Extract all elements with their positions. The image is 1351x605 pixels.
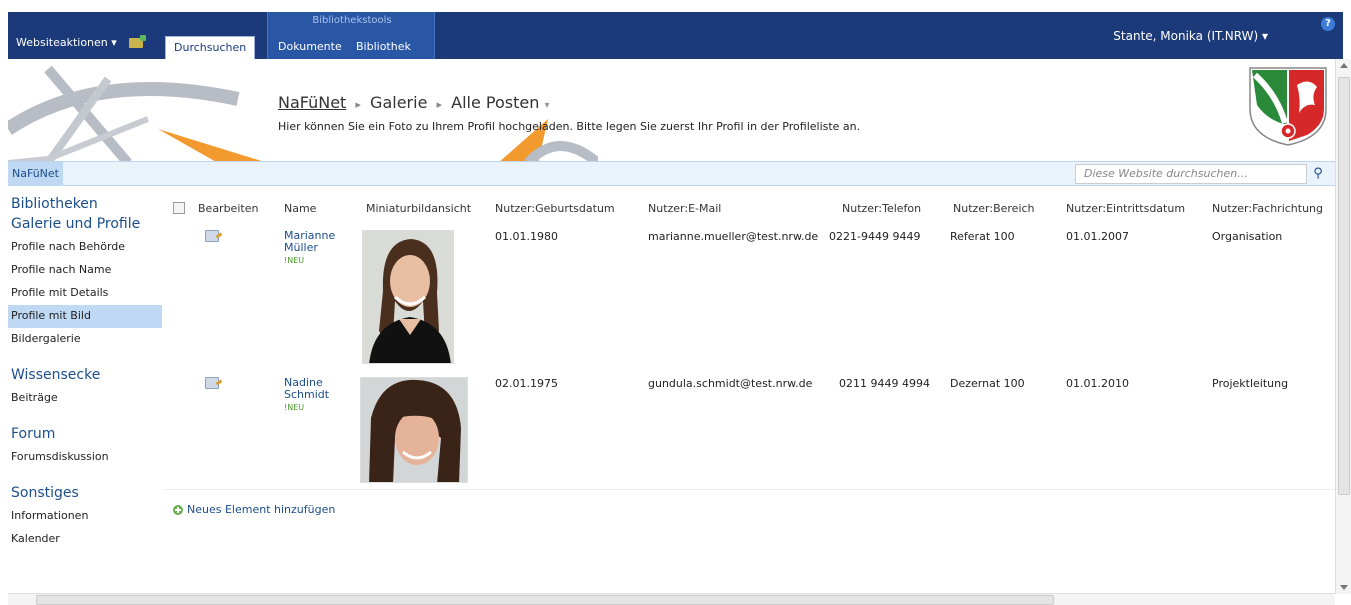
ql-item-calendar[interactable]: Kalender bbox=[8, 528, 162, 551]
horizontal-scroll-thumb[interactable] bbox=[36, 595, 1054, 605]
column-email[interactable]: Nutzer:E-Mail bbox=[648, 202, 721, 215]
view-dropdown-icon[interactable]: ▾ bbox=[544, 100, 549, 111]
profile-thumbnail[interactable] bbox=[362, 230, 454, 364]
breadcrumb-separator: ▸ bbox=[436, 98, 443, 111]
column-area[interactable]: Nutzer:Bereich bbox=[953, 202, 1035, 215]
ql-heading-gallery-profiles[interactable]: Galerie und Profile bbox=[8, 216, 162, 236]
item-phone: 0221-9449 9449 bbox=[829, 230, 921, 243]
tab-documents[interactable]: Dokumente bbox=[270, 36, 350, 59]
edit-item-icon[interactable] bbox=[205, 230, 219, 242]
ql-item-picture-gallery[interactable]: Bildergalerie bbox=[8, 328, 162, 351]
user-menu[interactable]: Stante, Monika (IT.NRW) ▾ bbox=[1113, 29, 1268, 43]
item-name[interactable]: Nadine Schmidt !NEU bbox=[284, 377, 329, 413]
item-area: Referat 100 bbox=[950, 230, 1015, 243]
item-email: gundula.schmidt@test.nrw.de bbox=[648, 377, 813, 390]
page-title: NaFüNet ▸ Galerie ▸ Alle Posten ▾ bbox=[278, 93, 549, 112]
column-thumbnail[interactable]: Miniaturbildansicht bbox=[366, 202, 471, 215]
quick-launch: Bibliotheken Galerie und Profile Profile… bbox=[8, 192, 162, 551]
list-header-row: Bearbeiten Name Miniaturbildansicht Nutz… bbox=[164, 192, 1336, 218]
new-badge-label: NEU bbox=[287, 403, 305, 412]
add-new-item-link[interactable]: Neues Element hinzufügen bbox=[173, 503, 335, 516]
scroll-up-icon[interactable] bbox=[1340, 63, 1348, 68]
item-area: Dezernat 100 bbox=[950, 377, 1025, 390]
item-name-last[interactable]: Schmidt bbox=[284, 389, 329, 401]
ql-item-information[interactable]: Informationen bbox=[8, 505, 162, 528]
ql-heading-miscellaneous[interactable]: Sonstiges bbox=[8, 481, 162, 505]
column-name[interactable]: Name bbox=[284, 202, 316, 215]
scroll-down-icon[interactable] bbox=[1340, 585, 1348, 590]
new-badge: !NEU bbox=[284, 256, 335, 265]
new-badge-label: NEU bbox=[287, 256, 305, 265]
item-field: Projektleitung bbox=[1212, 377, 1289, 390]
item-field: Organisation bbox=[1212, 230, 1283, 243]
item-phone: 0211 9449 4994 bbox=[839, 377, 930, 390]
list-divider bbox=[164, 489, 1336, 490]
column-edit[interactable]: Bearbeiten bbox=[198, 202, 258, 215]
ql-item-profiles-with-details[interactable]: Profile mit Details bbox=[8, 282, 162, 305]
table-row: Marianne Müller !NEU 01.01.1980 marianne… bbox=[164, 228, 1336, 366]
column-phone[interactable]: Nutzer:Telefon bbox=[842, 202, 921, 215]
ql-heading-forum[interactable]: Forum bbox=[8, 422, 162, 446]
column-birthdate[interactable]: Nutzer:Geburtsdatum bbox=[495, 202, 615, 215]
item-name[interactable]: Marianne Müller !NEU bbox=[284, 230, 335, 266]
add-new-item-label: Neues Element hinzufügen bbox=[187, 503, 336, 516]
breadcrumb-list[interactable]: Galerie bbox=[370, 93, 427, 112]
site-header: NaFüNet ▸ Galerie ▸ Alle Posten ▾ Hier k… bbox=[8, 59, 1335, 163]
select-all-checkbox[interactable] bbox=[173, 202, 185, 214]
navigate-up-icon[interactable] bbox=[128, 34, 146, 48]
library-tools-label: Bibliothekstools bbox=[312, 15, 392, 26]
ql-item-posts[interactable]: Beiträge bbox=[8, 387, 162, 410]
nav-home-tab[interactable]: NaFüNet bbox=[8, 162, 63, 186]
breadcrumb-view[interactable]: Alle Posten bbox=[451, 93, 539, 112]
ql-item-profiles-by-name[interactable]: Profile nach Name bbox=[8, 259, 162, 282]
item-email: marianne.mueller@test.nrw.de bbox=[648, 230, 819, 243]
site-search-input[interactable]: Diese Website durchsuchen... bbox=[1075, 164, 1307, 184]
edit-item-icon[interactable] bbox=[205, 377, 219, 389]
ql-item-profiles-by-authority[interactable]: Profile nach Behörde bbox=[8, 236, 162, 259]
add-icon bbox=[173, 504, 183, 515]
item-birthdate: 02.01.1975 bbox=[495, 377, 558, 390]
site-actions-menu[interactable]: Websiteaktionen ▾ bbox=[16, 34, 146, 49]
ql-heading-knowledge-corner[interactable]: Wissensecke bbox=[8, 363, 162, 387]
breadcrumb-separator: ▸ bbox=[355, 98, 361, 111]
item-entry-date: 01.01.2007 bbox=[1066, 230, 1129, 243]
item-birthdate: 01.01.1980 bbox=[495, 230, 558, 243]
table-row: Nadine Schmidt !NEU 02.01.1975 gundula.s… bbox=[164, 375, 1336, 487]
ql-heading-libraries[interactable]: Bibliotheken bbox=[8, 192, 162, 216]
ribbon: Bibliothekstools Websiteaktionen ▾ Durch… bbox=[8, 12, 1343, 59]
site-actions-label: Websiteaktionen ▾ bbox=[16, 36, 117, 49]
tab-browse[interactable]: Durchsuchen bbox=[165, 36, 256, 59]
item-entry-date: 01.01.2010 bbox=[1066, 377, 1129, 390]
horizontal-scrollbar[interactable] bbox=[8, 593, 1335, 605]
column-field[interactable]: Nutzer:Fachrichtung bbox=[1212, 202, 1323, 215]
page-description: Hier können Sie ein Foto zu Ihrem Profil… bbox=[278, 120, 861, 133]
ql-item-forum-discussion[interactable]: Forumsdiskussion bbox=[8, 446, 162, 469]
site-logo-swoosh bbox=[8, 65, 268, 163]
column-entry-date[interactable]: Nutzer:Eintrittsdatum bbox=[1066, 202, 1185, 215]
profile-thumbnail[interactable] bbox=[360, 377, 468, 483]
nrw-crest-icon bbox=[1249, 67, 1327, 146]
help-icon[interactable]: ? bbox=[1321, 17, 1335, 31]
search-icon[interactable]: ⚲ bbox=[1309, 165, 1327, 183]
list-view: Bearbeiten Name Miniaturbildansicht Nutz… bbox=[164, 192, 1336, 592]
top-navigation-bar: NaFüNet Diese Website durchsuchen... ⚲ bbox=[8, 161, 1335, 186]
item-name-last[interactable]: Müller bbox=[284, 242, 335, 254]
vertical-scrollbar[interactable] bbox=[1335, 59, 1351, 594]
tab-library[interactable]: Bibliothek bbox=[348, 36, 419, 59]
new-badge: !NEU bbox=[284, 403, 329, 412]
vertical-scroll-thumb[interactable] bbox=[1338, 77, 1350, 495]
breadcrumb-site[interactable]: NaFüNet bbox=[278, 93, 346, 112]
ql-item-profiles-with-picture[interactable]: Profile mit Bild bbox=[8, 305, 162, 328]
